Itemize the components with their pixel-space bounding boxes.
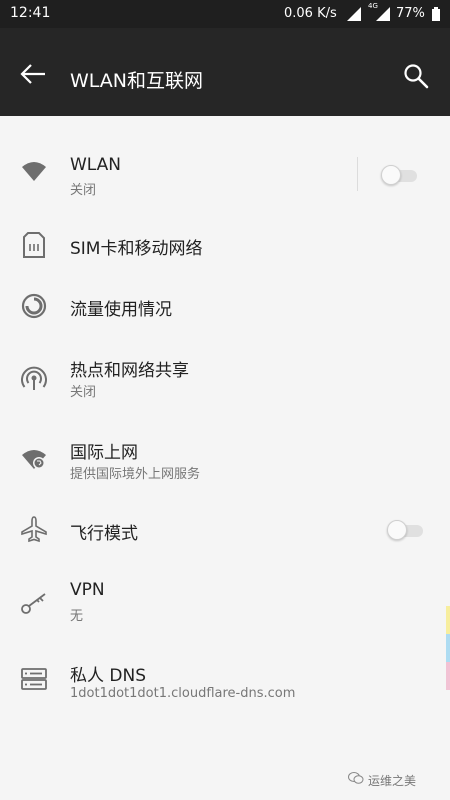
- edge-strip-pink: [446, 662, 450, 690]
- back-arrow-icon[interactable]: [20, 64, 46, 84]
- sim-card-icon: [23, 232, 45, 258]
- item-title: VPN: [70, 580, 105, 600]
- battery-percentage: 77%: [396, 6, 425, 21]
- status-time: 12:41: [10, 5, 51, 21]
- item-title: 私人 DNS: [70, 666, 147, 686]
- settings-item-vpn[interactable]: VPN 无: [0, 565, 450, 635]
- toggle-thumb: [381, 165, 401, 185]
- global-network-icon: [22, 450, 46, 469]
- item-title: WLAN: [70, 155, 122, 175]
- app-bar: WLAN和互联网: [0, 28, 450, 116]
- item-title: 热点和网络共享: [70, 361, 189, 381]
- airplane-mode-toggle[interactable]: [387, 519, 425, 541]
- status-bar: 12:41 0.06 K/s 4G 77%: [0, 0, 450, 28]
- network-speed: 0.06 K/s: [284, 6, 337, 21]
- data-usage-icon: [21, 293, 47, 319]
- item-title: 流量使用情况: [70, 300, 172, 320]
- wechat-icon: [348, 772, 364, 784]
- edge-strip-blue: [446, 634, 450, 662]
- settings-item-airplane-mode[interactable]: 飞行模式: [0, 495, 450, 565]
- settings-item-sim[interactable]: SIM卡和移动网络: [0, 210, 450, 280]
- item-subtitle: 关闭: [70, 183, 97, 198]
- wlan-toggle[interactable]: [381, 164, 419, 186]
- item-subtitle: 提供国际境外上网服务: [70, 467, 201, 482]
- battery-icon: [432, 7, 440, 21]
- page-title: WLAN和互联网: [70, 70, 204, 92]
- settings-item-private-dns[interactable]: 私人 DNS 1dot1dot1dot1.cloudflare-dns.com: [0, 646, 450, 716]
- item-subtitle: 关闭: [70, 385, 97, 400]
- airplane-icon: [21, 516, 47, 543]
- toggle-thumb: [387, 520, 407, 540]
- item-subtitle: 无: [70, 609, 84, 624]
- key-icon: [21, 593, 46, 614]
- item-title: 国际上网: [70, 443, 138, 463]
- signal-icon-secondary: [376, 7, 390, 21]
- settings-item-international[interactable]: 国际上网 提供国际境外上网服务: [0, 423, 450, 493]
- dns-server-icon: [21, 668, 47, 690]
- item-title: SIM卡和移动网络: [70, 239, 203, 259]
- search-icon[interactable]: [402, 62, 430, 90]
- settings-item-hotspot[interactable]: 热点和网络共享 关闭: [0, 341, 450, 411]
- hotspot-icon: [21, 366, 47, 390]
- item-subtitle: 1dot1dot1dot1.cloudflare-dns.com: [70, 686, 296, 701]
- watermark-text: 运维之美: [368, 774, 417, 788]
- signal-icon: [347, 7, 361, 21]
- settings-item-data-usage[interactable]: 流量使用情况: [0, 271, 450, 341]
- edge-strip-yellow: [446, 606, 450, 634]
- wifi-icon: [22, 162, 46, 181]
- item-title: 飞行模式: [70, 524, 138, 544]
- divider: [357, 157, 358, 191]
